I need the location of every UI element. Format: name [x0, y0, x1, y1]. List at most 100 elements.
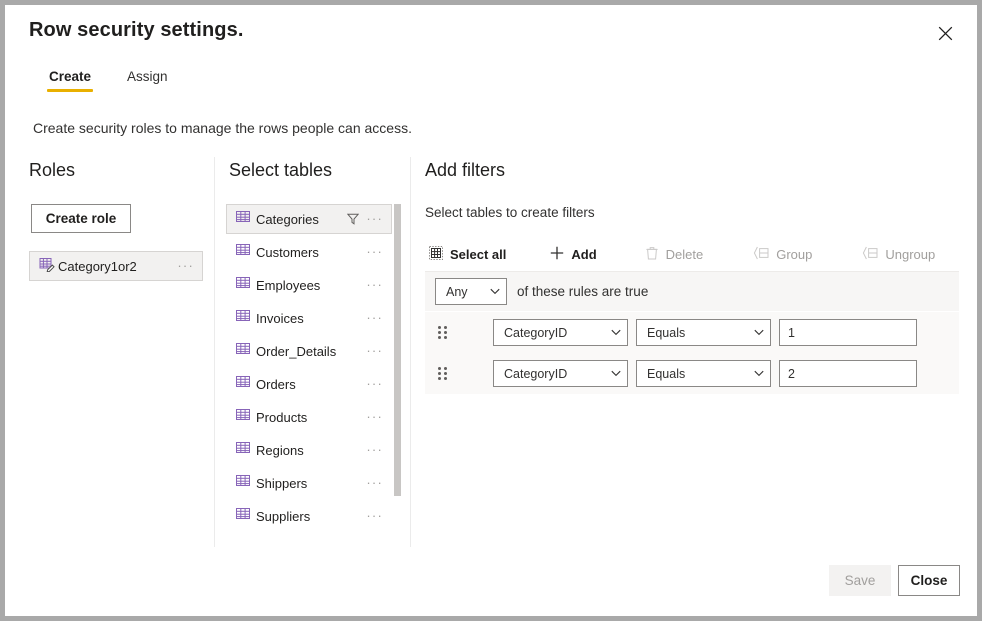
- chevron-down-icon: [754, 329, 764, 336]
- filter-funnel-icon[interactable]: [347, 213, 360, 225]
- close-button[interactable]: Close: [898, 565, 960, 596]
- drag-handle-icon[interactable]: [434, 325, 450, 341]
- tables-scrollbar-thumb[interactable]: [394, 204, 401, 496]
- table-item-label: Invoices: [256, 310, 304, 326]
- role-item-overflow-button[interactable]: ···: [177, 259, 194, 272]
- table-icon: [236, 474, 250, 492]
- dialog-tabs: Create Assign: [47, 67, 170, 94]
- table-icon: [236, 309, 250, 327]
- rule-field-select[interactable]: CategoryID: [493, 319, 628, 346]
- group-label: Group: [776, 246, 813, 262]
- window-frame: Row security settings. Create Assign Cre…: [0, 0, 982, 621]
- table-item-overflow-button[interactable]: ···: [366, 410, 383, 423]
- close-dialog-button[interactable]: [929, 17, 961, 49]
- filter-condition-row: Any of these rules are true: [425, 272, 959, 311]
- select-all-button[interactable]: Select all: [425, 244, 510, 265]
- table-item-overflow-button[interactable]: ···: [366, 245, 383, 258]
- ungroup-label: Ungroup: [885, 246, 936, 262]
- table-item-label: Employees: [256, 277, 321, 293]
- table-list-item-orders[interactable]: Orders ···: [226, 369, 392, 399]
- add-filters-subtitle: Select tables to create filters: [425, 205, 595, 220]
- table-list-item-employees[interactable]: Employees ···: [226, 270, 392, 300]
- table-item-label: Orders: [256, 376, 296, 392]
- tab-assign-label: Assign: [127, 69, 168, 84]
- row-security-settings-dialog: Row security settings. Create Assign Cre…: [5, 5, 977, 616]
- trash-icon: [645, 246, 659, 263]
- ungroup-button: Ungroup: [858, 244, 939, 265]
- rule-field-value: CategoryID: [504, 325, 568, 340]
- add-filter-label: Add: [571, 246, 597, 262]
- table-icon: [236, 276, 250, 294]
- table-item-overflow-button[interactable]: ···: [366, 443, 383, 456]
- table-item-label: Shippers: [256, 475, 308, 491]
- rule-operator-value: Equals: [647, 325, 686, 340]
- table-list-item-regions[interactable]: Regions ···: [226, 435, 392, 465]
- condition-operator-select[interactable]: Any: [435, 278, 507, 305]
- table-item-overflow-button[interactable]: ···: [366, 212, 383, 225]
- table-item-overflow-button[interactable]: ···: [366, 476, 383, 489]
- roles-heading: Roles: [29, 160, 76, 180]
- table-list-item-suppliers[interactable]: Suppliers ···: [226, 501, 392, 531]
- close-icon: [938, 26, 953, 41]
- filter-rule-row: CategoryID Equals: [425, 353, 959, 394]
- table-list-item-order-details[interactable]: Order_Details ···: [226, 336, 392, 366]
- plus-icon: [550, 246, 564, 263]
- tab-create[interactable]: Create: [47, 67, 94, 94]
- table-item-label: Regions: [256, 442, 304, 458]
- filter-rule-row: CategoryID Equals: [425, 312, 959, 353]
- table-icon: [236, 210, 250, 228]
- table-icon: [236, 441, 250, 459]
- rule-value-input[interactable]: [779, 319, 917, 346]
- rule-value-input[interactable]: [779, 360, 917, 387]
- table-icon: [236, 375, 250, 393]
- table-list-item-shippers[interactable]: Shippers ···: [226, 468, 392, 498]
- tab-create-label: Create: [49, 69, 92, 84]
- rule-field-select[interactable]: CategoryID: [493, 360, 628, 387]
- role-item-label: Category1or2: [58, 258, 137, 274]
- rule-operator-select[interactable]: Equals: [636, 360, 771, 387]
- filters-toolbar: Select all Add Delete Group Ungroup: [425, 239, 959, 269]
- table-item-overflow-button[interactable]: ···: [366, 509, 383, 522]
- table-item-overflow-button[interactable]: ···: [366, 278, 383, 291]
- table-edit-icon: [39, 256, 55, 277]
- table-list-item-customers[interactable]: Customers ···: [226, 237, 392, 267]
- table-item-label: Order_Details: [256, 343, 337, 359]
- add-filter-button[interactable]: Add: [546, 244, 600, 265]
- add-filters-heading: Add filters: [425, 160, 506, 180]
- select-all-label: Select all: [450, 246, 507, 262]
- table-list-item-invoices[interactable]: Invoices ···: [226, 303, 392, 333]
- chevron-down-icon: [490, 288, 500, 295]
- select-all-grid-icon: [429, 245, 443, 263]
- table-icon: [236, 243, 250, 261]
- dialog-subtitle: Create security roles to manage the rows…: [33, 120, 412, 136]
- ungroup-icon: [862, 246, 878, 263]
- table-icon: [236, 342, 250, 360]
- table-item-overflow-button[interactable]: ···: [366, 377, 383, 390]
- table-list-item-categories[interactable]: Categories ···: [226, 204, 392, 234]
- group-icon: [753, 246, 769, 263]
- table-item-label: Products: [256, 409, 308, 425]
- save-button: Save: [829, 565, 891, 596]
- create-role-button[interactable]: Create role: [31, 204, 131, 233]
- table-icon: [236, 507, 250, 525]
- condition-text: of these rules are true: [517, 284, 649, 299]
- column-divider-tables: [410, 157, 411, 547]
- table-item-overflow-button[interactable]: ···: [366, 311, 383, 324]
- column-divider-roles: [214, 157, 215, 547]
- rule-operator-value: Equals: [647, 366, 686, 381]
- tables-list: Categories ··· Customers ··· Employees ·…: [226, 204, 398, 544]
- drag-handle-icon[interactable]: [434, 366, 450, 382]
- rule-field-value: CategoryID: [504, 366, 568, 381]
- rule-operator-select[interactable]: Equals: [636, 319, 771, 346]
- table-list-item-products[interactable]: Products ···: [226, 402, 392, 432]
- table-item-overflow-button[interactable]: ···: [366, 344, 383, 357]
- delete-filter-button: Delete: [641, 244, 708, 265]
- role-list-item[interactable]: Category1or2 ···: [29, 251, 203, 281]
- table-item-label: Categories: [256, 211, 319, 227]
- delete-filter-label: Delete: [665, 246, 704, 262]
- table-item-label: Suppliers: [256, 508, 311, 524]
- tab-assign[interactable]: Assign: [125, 67, 170, 94]
- chevron-down-icon: [611, 329, 621, 336]
- table-item-label: Customers: [256, 244, 319, 260]
- chevron-down-icon: [754, 370, 764, 377]
